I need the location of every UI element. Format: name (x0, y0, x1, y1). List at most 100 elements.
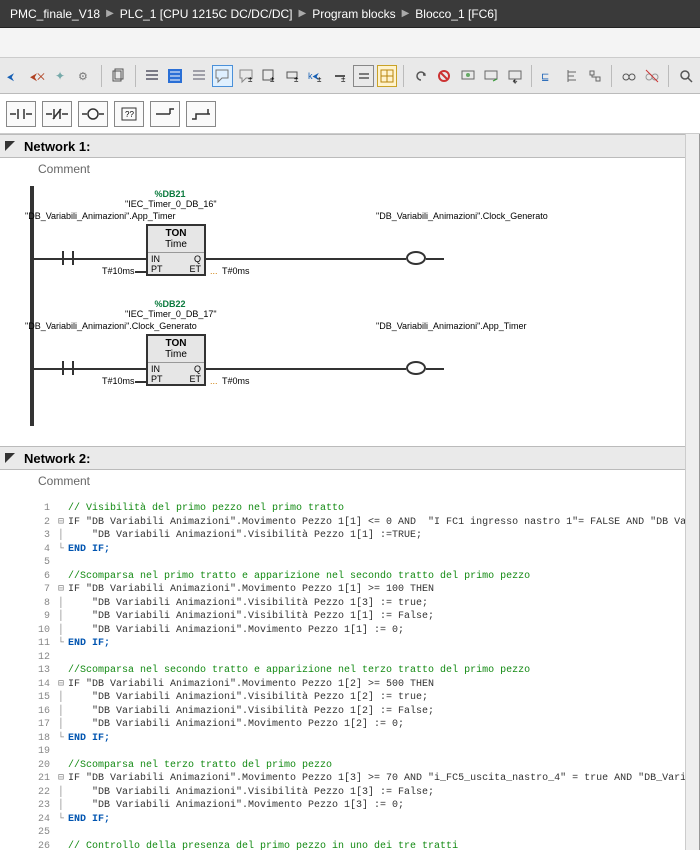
scl-code-block[interactable]: 1 // Visibilità del primo pezzo nel prim… (0, 498, 699, 850)
dash-insert-icon[interactable]: ± (330, 65, 351, 87)
collapse-triangle-icon[interactable] (4, 140, 16, 152)
network-2-header[interactable]: Network 2: (0, 446, 699, 470)
svg-text:±: ± (317, 75, 322, 84)
wire (135, 271, 146, 273)
wire (206, 258, 406, 260)
contact-1-label: "DB_Variabili_Animazioni".App_Timer (25, 212, 105, 222)
svg-text:±: ± (341, 75, 346, 84)
search-icon[interactable] (675, 65, 696, 87)
contact-2-label: "DB_Variabili_Animazioni".Clock_Generato (25, 322, 105, 332)
stop-icon[interactable] (434, 65, 455, 87)
list-icon[interactable] (189, 65, 210, 87)
network-2-comment[interactable]: Comment (0, 470, 699, 498)
undo-icon[interactable] (410, 65, 431, 87)
sparkle-icon[interactable]: ✦ (51, 65, 72, 87)
comment-toggle-icon[interactable] (212, 65, 233, 87)
chevron-right-icon: ▶ (400, 8, 412, 19)
ton-box-2[interactable]: TON Time IN Q PT ET (146, 334, 206, 386)
code-editor[interactable]: Network 1: Comment "DB_Variabili_Animazi… (0, 134, 700, 850)
ton-type: Time (148, 239, 204, 253)
glasses-off-icon[interactable] (642, 65, 663, 87)
wire (100, 368, 146, 370)
svg-text:⊑: ⊑ (541, 72, 549, 83)
monitor-go-icon[interactable] (481, 65, 502, 87)
power-rail (30, 186, 34, 426)
box-instruction-icon[interactable]: ?? (114, 101, 144, 127)
scl-line-26: // Controllo della presenza del primo pe… (68, 841, 458, 850)
grid-gold-icon[interactable] (377, 65, 398, 87)
scl-line-15: "DB Variabili Animazioni".Visibilità Pez… (68, 692, 428, 703)
scl-line-18: END IF; (68, 733, 110, 744)
breadcrumb-seg-folder[interactable]: Program blocks (308, 7, 399, 21)
network-1-ladder[interactable]: "DB_Variabili_Animazioni".App_Timer %DB2… (30, 186, 669, 426)
svg-text:⮜✕: ⮜✕ (30, 72, 45, 83)
pin-et-2: ET (189, 375, 201, 385)
network-2-title: Network 2: (24, 451, 90, 466)
breadcrumb: PMC_finale_V18 ▶ PLC_1 [CPU 1215C DC/DC/… (0, 0, 700, 28)
scl-line-6: //Scomparsa nel primo tratto e apparizio… (68, 571, 530, 582)
network-1-header[interactable]: Network 1: (0, 134, 699, 158)
scl-line-23: "DB Variabili Animazioni".Movimento Pezz… (68, 800, 404, 811)
scl-line-14: IF "DB Variabili Animazioni".Movimento P… (68, 679, 434, 690)
vertical-scrollbar[interactable] (685, 134, 699, 850)
instruction-favorites: ?? (0, 94, 700, 134)
pin-et: ET (189, 265, 201, 275)
copy-icon[interactable] (108, 65, 129, 87)
scl-line-22: "DB Variabili Animazioni".Visibilità Pez… (68, 787, 434, 798)
align-icon[interactable] (561, 65, 582, 87)
equals-icon[interactable] (353, 65, 374, 87)
ton-box-1[interactable]: TON Time IN Q PT ET (146, 224, 206, 276)
db21-name: "IEC_Timer_0_DB_16" (125, 200, 215, 210)
tag-delete-icon[interactable]: ⮜✕ (28, 65, 49, 87)
wire (100, 258, 146, 260)
et-dashes-2: ... (210, 376, 218, 386)
ton-title: TON (148, 228, 204, 239)
tag-insert-icon[interactable]: k⮜± (306, 65, 327, 87)
chevron-right-icon: ▶ (297, 8, 309, 19)
contact-no-icon[interactable] (6, 101, 36, 127)
svg-text:??: ?? (125, 110, 134, 119)
contact-no[interactable] (58, 251, 78, 265)
coil-1-label: "DB_Variabili_Animazioni".Clock_Generato (376, 212, 456, 222)
breadcrumb-seg-plc[interactable]: PLC_1 [CPU 1215C DC/DC/DC] (116, 7, 297, 21)
branch-open-icon[interactable] (150, 101, 180, 127)
title-strip (0, 28, 700, 58)
wire (426, 258, 444, 260)
download-icon[interactable] (504, 65, 525, 87)
et-dashes-1: ... (210, 266, 218, 276)
breadcrumb-seg-project[interactable]: PMC_finale_V18 (6, 7, 104, 21)
scl-line-24: END IF; (68, 814, 110, 825)
et-value-1: T#0ms (222, 266, 250, 276)
gear-icon[interactable]: ⚙ (75, 65, 96, 87)
comment-down-icon[interactable]: ± (236, 65, 257, 87)
wire (135, 381, 146, 383)
scl-line-16: "DB Variabili Animazioni".Visibilità Pez… (68, 706, 434, 717)
goto-def-icon[interactable]: ⊑ (538, 65, 559, 87)
glasses-icon[interactable] (618, 65, 639, 87)
insert-row-icon[interactable]: ± (283, 65, 304, 87)
list-indent-icon[interactable] (142, 65, 163, 87)
network-1-comment[interactable]: Comment (0, 158, 699, 186)
branch-close-icon[interactable] (186, 101, 216, 127)
coil-1[interactable] (406, 251, 426, 265)
collapse-triangle-icon[interactable] (4, 452, 16, 464)
contact-nc-icon[interactable] (42, 101, 72, 127)
svg-text:⮜: ⮜ (7, 72, 14, 83)
insert-network-icon[interactable]: ± (259, 65, 280, 87)
contact-no-2[interactable] (58, 361, 78, 375)
scl-line-3: "DB Variabili Animazioni".Visibilità Pez… (68, 530, 422, 541)
breadcrumb-seg-block[interactable]: Blocco_1 [FC6] (411, 7, 501, 21)
scl-line-10: "DB Variabili Animazioni".Movimento Pezz… (68, 625, 404, 636)
ton-title-2: TON (148, 338, 204, 349)
editor-toolbar: ⮜ ⮜✕ ✦ ⚙ ± ± ± k⮜± ± ⊑ (0, 58, 700, 94)
tag-left-icon[interactable]: ⮜ (4, 65, 25, 87)
coil-2[interactable] (406, 361, 426, 375)
coil-icon[interactable] (78, 101, 108, 127)
pt-value-2: T#10ms (102, 376, 135, 386)
structure-icon[interactable] (585, 65, 606, 87)
svg-text:⚙: ⚙ (78, 71, 88, 83)
svg-text:±: ± (270, 75, 275, 84)
scl-line-1: // Visibilità del primo pezzo nel primo … (68, 503, 344, 514)
list-blue-icon[interactable] (165, 65, 186, 87)
monitor-icon[interactable] (457, 65, 478, 87)
